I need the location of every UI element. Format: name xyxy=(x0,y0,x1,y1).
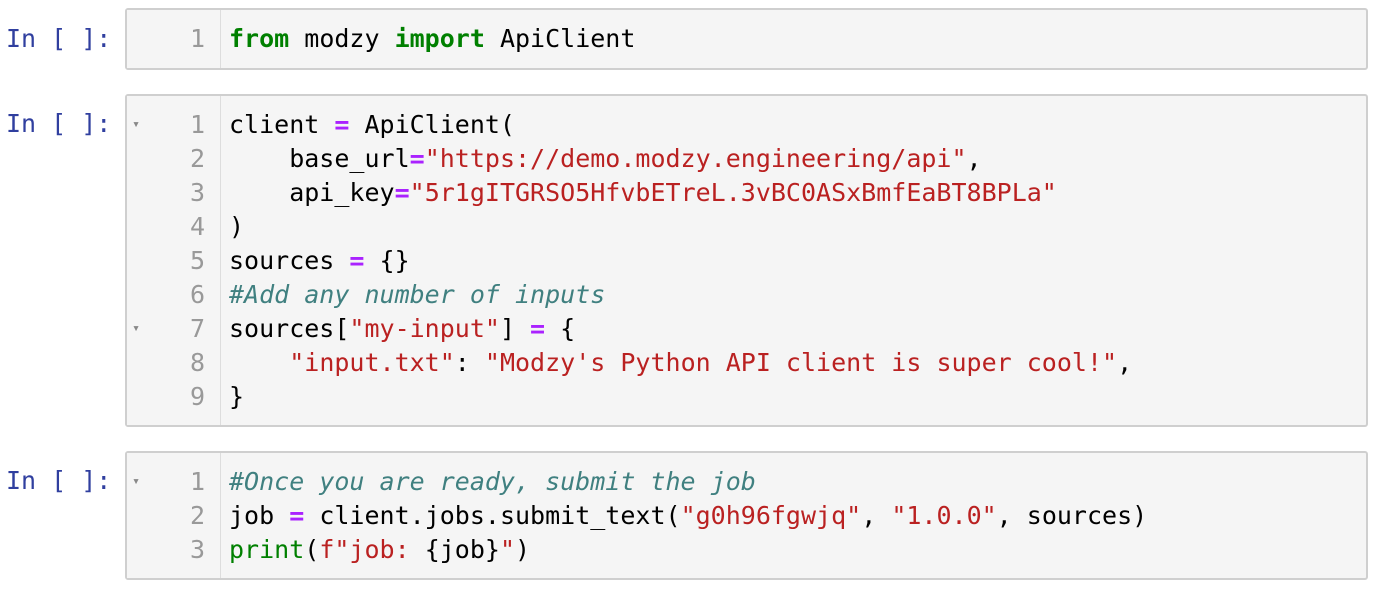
code-cell-2[interactable]: In [ ]: ▾ 1 client = ApiClient(2 base_url=… xyxy=(0,94,1383,428)
line-number: 7 xyxy=(189,314,205,343)
code-token: ] xyxy=(499,314,531,343)
line-number: 8 xyxy=(189,348,205,377)
code-token: sources[ xyxy=(229,314,350,343)
code-line[interactable]: 3 print(f"job: {job}") xyxy=(127,533,1366,567)
code-token: client xyxy=(229,110,335,139)
code-token: { xyxy=(545,314,576,343)
code-token: , xyxy=(966,144,982,173)
code-line[interactable]: ▾ 7 sources["my-input"] = { xyxy=(127,312,1366,346)
code-text: from modzy import ApiClient xyxy=(229,22,635,56)
code-cell-3[interactable]: In [ ]: ▾ 1 #Once you are ready, submit th… xyxy=(0,451,1383,581)
code-line[interactable]: 3 api_key="5r1gITGRSO5HfvbETreL.3vBC0ASx… xyxy=(127,176,1366,210)
code-token: from xyxy=(229,24,290,53)
code-lines: 1 from modzy import ApiClient xyxy=(127,22,1366,56)
code-lines: ▾ 1 #Once you are ready, submit the job 2 jo… xyxy=(127,465,1366,567)
line-number: 2 xyxy=(189,144,205,173)
code-text: #Once you are ready, submit the job xyxy=(229,465,756,499)
code-token: "my-input" xyxy=(349,314,500,343)
code-token: print xyxy=(229,535,305,564)
line-number: 3 xyxy=(189,178,205,207)
code-token: = xyxy=(334,110,350,139)
line-number: 9 xyxy=(189,382,205,411)
code-token: " xyxy=(499,535,516,564)
cell-prompt: In [ ]: xyxy=(6,24,112,53)
code-text: } xyxy=(229,380,244,414)
code-token: api_key xyxy=(229,178,395,207)
code-token: #Once you are ready, submit the job xyxy=(229,467,756,496)
code-token: = xyxy=(530,314,546,343)
code-text: sources = {} xyxy=(229,244,410,278)
code-token: ApiClient( xyxy=(349,110,515,139)
code-token: base_url xyxy=(229,144,410,173)
code-text: "input.txt": "Modzy's Python API client … xyxy=(229,346,1132,380)
code-text: sources["my-input"] = { xyxy=(229,312,575,346)
code-text: base_url="https://demo.modzy.engineering… xyxy=(229,142,982,176)
cell-prompt: In [ ]: xyxy=(6,466,112,495)
code-text: job = client.jobs.submit_text("g0h96fgwj… xyxy=(229,499,1147,533)
code-line[interactable]: 2 base_url="https://demo.modzy.engineeri… xyxy=(127,142,1366,176)
line-number: 4 xyxy=(189,212,205,241)
line-number: 3 xyxy=(189,535,205,564)
code-text: client = ApiClient( xyxy=(229,108,515,142)
cell-prompt: In [ ]: xyxy=(6,109,112,138)
code-text: #Add any number of inputs xyxy=(229,278,605,312)
code-token: , xyxy=(1117,348,1133,377)
code-token: f"job: xyxy=(319,535,425,564)
code-token: ) xyxy=(515,535,531,564)
code-line[interactable]: 5 sources = {} xyxy=(127,244,1366,278)
code-token: ) xyxy=(229,212,245,241)
code-cell-1[interactable]: In [ ]: 1 from modzy import ApiClient xyxy=(0,8,1383,72)
code-editor[interactable]: ▾ 1 #Once you are ready, submit the job 2 jo… xyxy=(125,451,1368,580)
code-editor[interactable]: 1 from modzy import ApiClient xyxy=(125,8,1368,70)
code-line[interactable]: ▾ 1 #Once you are ready, submit the job xyxy=(127,465,1366,499)
code-token: = xyxy=(409,144,425,173)
code-token: {job} xyxy=(424,535,500,564)
code-line[interactable]: 4) xyxy=(127,210,1366,244)
code-editor[interactable]: ▾ 1 client = ApiClient(2 base_url="https:/… xyxy=(125,94,1368,427)
code-token: import xyxy=(394,24,485,53)
code-token: client.jobs.submit_text( xyxy=(304,501,681,530)
code-token: "Modzy's Python API client is super cool… xyxy=(484,348,1118,377)
code-token: #Add any number of inputs xyxy=(229,280,606,309)
code-token: = xyxy=(349,246,365,275)
code-token: "input.txt" xyxy=(289,348,455,377)
code-line[interactable]: ▾ 1 client = ApiClient( xyxy=(127,108,1366,142)
line-number: 1 xyxy=(189,110,205,139)
code-token: "5r1gITGRSO5HfvbETreL.3vBC0ASxBmfEaBT8BP… xyxy=(409,178,1057,207)
line-number: 5 xyxy=(189,246,205,275)
code-line[interactable]: 2 job = client.jobs.submit_text("g0h96fgw… xyxy=(127,499,1366,533)
code-text: print(f"job: {job}") xyxy=(229,533,530,567)
code-token: = xyxy=(394,178,410,207)
code-token: "1.0.0" xyxy=(891,501,997,530)
line-number: 2 xyxy=(189,501,205,530)
code-token: , xyxy=(861,501,892,530)
code-text: ) xyxy=(229,210,244,244)
code-token: : xyxy=(454,348,485,377)
code-line[interactable]: 9} xyxy=(127,380,1366,414)
code-token: } xyxy=(229,382,245,411)
code-token: ( xyxy=(304,535,320,564)
line-number: 6 xyxy=(189,280,205,309)
line-number: 1 xyxy=(189,24,205,53)
code-lines: ▾ 1 client = ApiClient(2 base_url="https:/… xyxy=(127,108,1366,414)
code-token: = xyxy=(289,501,305,530)
code-token: "g0h96fgwjq" xyxy=(680,501,862,530)
code-line[interactable]: 6 #Add any number of inputs xyxy=(127,278,1366,312)
code-token: {} xyxy=(364,246,410,275)
code-token: "https://demo.modzy.engineering/api" xyxy=(424,144,967,173)
code-token: sources xyxy=(229,246,350,275)
code-token: modzy xyxy=(289,24,395,53)
code-token: job xyxy=(229,501,290,530)
line-number: 1 xyxy=(189,467,205,496)
code-token: ApiClient xyxy=(484,24,636,53)
code-line[interactable]: 1 from modzy import ApiClient xyxy=(127,22,1366,56)
code-text: api_key="5r1gITGRSO5HfvbETreL.3vBC0ASxBm… xyxy=(229,176,1057,210)
code-token: , sources) xyxy=(996,501,1148,530)
code-line[interactable]: 8 "input.txt": "Modzy's Python API clien… xyxy=(127,346,1366,380)
